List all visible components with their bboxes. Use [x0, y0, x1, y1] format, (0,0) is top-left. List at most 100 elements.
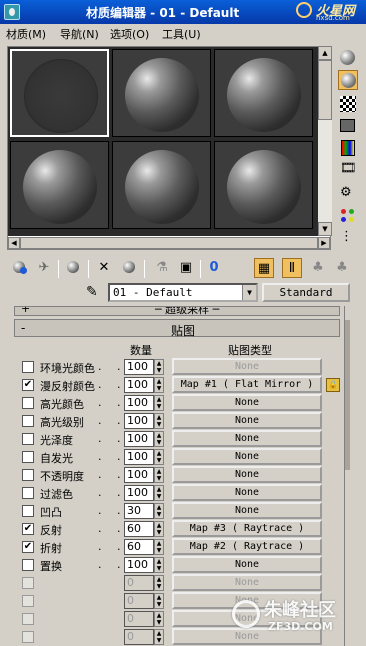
map-amount-field[interactable]: 100 [124, 413, 154, 429]
map-enable-checkbox[interactable] [22, 469, 34, 481]
scroll-up-icon[interactable]: ▲ [318, 46, 332, 60]
panel-scrollbar[interactable] [344, 306, 350, 646]
map-enable-checkbox[interactable] [22, 613, 34, 625]
amount-spinner[interactable]: ▲ ▼ [154, 485, 164, 501]
map-enable-checkbox[interactable] [22, 577, 34, 589]
eyedropper-icon[interactable]: ✎ [86, 284, 104, 302]
map-slot-button[interactable]: None [172, 574, 322, 591]
sample-slot-4[interactable] [10, 141, 109, 229]
amount-spinner[interactable]: ▲ ▼ [154, 449, 164, 465]
map-amount-field[interactable]: 0 [124, 593, 154, 609]
amount-spinner[interactable]: ▲ ▼ [154, 539, 164, 555]
amount-spinner[interactable]: ▲ ▼ [154, 629, 164, 645]
lock-icon[interactable]: 🔒 [326, 378, 340, 392]
map-enable-checkbox[interactable] [22, 415, 34, 427]
amount-spinner[interactable]: ▲ ▼ [154, 359, 164, 375]
map-enable-checkbox[interactable] [22, 631, 34, 643]
reset-map-button[interactable]: ✕ [94, 258, 114, 278]
map-slot-button[interactable]: None [172, 466, 322, 483]
map-amount-field[interactable]: 100 [124, 395, 154, 411]
map-enable-checkbox[interactable]: ✔ [22, 541, 34, 553]
map-enable-checkbox[interactable] [22, 505, 34, 517]
map-amount-field[interactable]: 60 [124, 539, 154, 555]
map-enable-checkbox[interactable] [22, 361, 34, 373]
scroll-left-icon[interactable]: ◀ [8, 237, 20, 249]
map-slot-button[interactable]: Map #2 ( Raytrace ) [172, 538, 322, 555]
map-slot-button[interactable]: Map #1 ( Flat Mirror ) [172, 376, 322, 393]
title-bar[interactable]: 材质编辑器 - 01 - Default 火星网 hxsd.com [0, 0, 366, 24]
map-slot-button[interactable]: None [172, 448, 322, 465]
map-amount-field[interactable]: 60 [124, 521, 154, 537]
assign-to-selection-button[interactable] [64, 258, 84, 278]
menu-utilities[interactable]: 工具(U) [162, 26, 201, 42]
map-slot-button[interactable]: None [172, 502, 322, 519]
map-amount-field[interactable]: 0 [124, 629, 154, 645]
material-type-button[interactable]: Standard [262, 283, 350, 302]
scroll-thumb[interactable] [20, 237, 318, 249]
sample-type-button[interactable] [338, 48, 358, 68]
amount-spinner[interactable]: ▲ ▼ [154, 377, 164, 393]
background-button[interactable] [338, 94, 358, 114]
sample-slot-1[interactable] [10, 49, 109, 137]
material-effects-channel-button[interactable]: ▣ [176, 258, 196, 278]
map-enable-checkbox[interactable]: ✔ [22, 379, 34, 391]
chevron-down-icon[interactable]: ▼ [242, 285, 256, 300]
sample-slot-5[interactable] [112, 141, 211, 229]
options-button[interactable]: ⚙ [338, 184, 358, 204]
menu-navigation[interactable]: 导航(N) [60, 26, 99, 42]
map-amount-field[interactable]: 100 [124, 557, 154, 573]
material-name-field[interactable]: 01 - Default ▼ [108, 283, 258, 302]
uv-tiling-button[interactable] [338, 116, 358, 136]
menu-options[interactable]: 选项(O) [110, 26, 149, 42]
map-slot-button[interactable]: None [172, 394, 322, 411]
map-amount-field[interactable]: 100 [124, 431, 154, 447]
map-enable-checkbox[interactable] [22, 487, 34, 499]
amount-spinner[interactable]: ▲ ▼ [154, 557, 164, 573]
map-slot-button[interactable]: None [172, 358, 322, 375]
map-amount-field[interactable]: 100 [124, 467, 154, 483]
map-amount-field[interactable]: 100 [124, 359, 154, 375]
make-preview-button[interactable]: 🎞 [338, 160, 358, 180]
put-to-library-button[interactable]: ⚗ [152, 258, 172, 278]
amount-spinner[interactable]: ▲ ▼ [154, 395, 164, 411]
slots-vertical-scrollbar[interactable]: ▲ ▼ [318, 46, 332, 236]
map-amount-field[interactable]: 100 [124, 377, 154, 393]
amount-spinner[interactable]: ▲ ▼ [154, 503, 164, 519]
get-material-button[interactable] [10, 258, 30, 278]
map-amount-field[interactable]: 100 [124, 485, 154, 501]
sample-slot-6[interactable] [214, 141, 313, 229]
map-enable-checkbox[interactable]: ✔ [22, 523, 34, 535]
map-slot-button[interactable]: None [172, 430, 322, 447]
video-color-check-button[interactable] [338, 138, 358, 158]
select-by-material-button[interactable] [338, 206, 358, 226]
sample-slot-3[interactable] [214, 49, 313, 137]
material-navigator-button[interactable]: ⋮ [338, 228, 358, 248]
backlight-button[interactable] [338, 70, 358, 90]
amount-spinner[interactable]: ▲ ▼ [154, 575, 164, 591]
scroll-right-icon[interactable]: ▶ [318, 237, 330, 249]
map-enable-checkbox[interactable] [22, 595, 34, 607]
scroll-down-icon[interactable]: ▼ [318, 222, 332, 236]
effects-channel-button[interactable]: 0 [204, 258, 224, 278]
map-slot-button[interactable]: Map #3 ( Raytrace ) [172, 520, 322, 537]
show-map-in-viewport-button[interactable]: ▦ [254, 258, 274, 278]
menu-material[interactable]: 材质(M) [6, 26, 46, 42]
make-unique-button[interactable] [120, 258, 140, 278]
map-enable-checkbox[interactable] [22, 433, 34, 445]
map-slot-button[interactable]: None [172, 484, 322, 501]
map-enable-checkbox[interactable] [22, 451, 34, 463]
sample-slot-2[interactable] [112, 49, 211, 137]
amount-spinner[interactable]: ▲ ▼ [154, 611, 164, 627]
map-slot-button[interactable]: None [172, 412, 322, 429]
amount-spinner[interactable]: ▲ ▼ [154, 413, 164, 429]
scroll-thumb[interactable] [345, 320, 350, 470]
map-enable-checkbox[interactable] [22, 559, 34, 571]
map-enable-checkbox[interactable] [22, 397, 34, 409]
map-amount-field[interactable]: 100 [124, 449, 154, 465]
go-forward-sibling-button[interactable]: ♣ [332, 258, 352, 278]
map-slot-button[interactable]: None [172, 556, 322, 573]
map-amount-field[interactable]: 0 [124, 611, 154, 627]
put-to-scene-button[interactable]: ✈ [34, 258, 54, 278]
rollout-supersampling[interactable]: + ─ 超级采样 ─ [14, 306, 340, 316]
go-to-parent-button[interactable]: ♣ [308, 258, 328, 278]
